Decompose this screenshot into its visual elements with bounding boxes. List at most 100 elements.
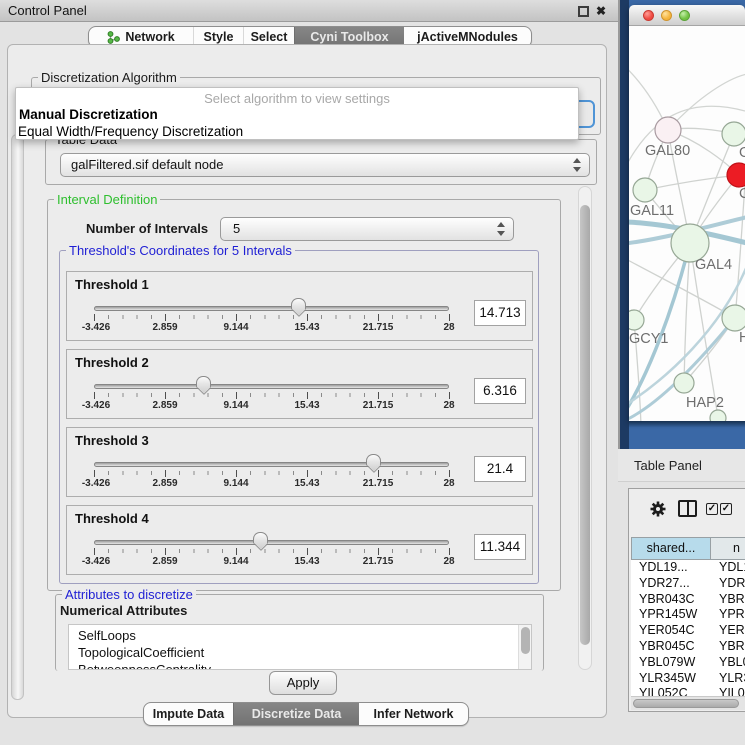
split-columns-icon[interactable] (678, 500, 697, 517)
numerical-attributes-list: SelfLoops TopologicalCoefficient Between… (68, 624, 532, 670)
tab-impute-data-label: Impute Data (153, 707, 225, 721)
threshold-1-label: Threshold 1 (75, 277, 149, 292)
number-of-intervals-value: 5 (233, 218, 240, 240)
tick-label: -3.426 (82, 478, 110, 489)
numerical-attributes-label: Numerical Attributes (60, 603, 187, 618)
threshold-4-panel: Threshold 4 -3.426 2.859 9.144 15.43 21.… (66, 505, 533, 575)
table-cell[interactable]: YLR3 (711, 671, 745, 687)
threshold-1-slider-handle[interactable] (291, 298, 306, 310)
checkbox-icon[interactable]: ✓ (720, 503, 732, 515)
tick-label: 21.715 (363, 478, 394, 489)
table-cell[interactable]: YBR0 (711, 639, 745, 655)
table-cell[interactable]: YDL19... (631, 560, 711, 576)
close-traffic-light-icon[interactable] (643, 10, 654, 21)
node-gal80[interactable] (655, 117, 681, 143)
content-scrollbar-thumb[interactable] (580, 205, 590, 645)
table-cell[interactable]: YBR045C (631, 639, 711, 655)
number-of-intervals-label: Number of Intervals (86, 221, 208, 236)
node-red[interactable] (727, 163, 745, 187)
list-item[interactable]: TopologicalCoefficient (69, 644, 531, 661)
zoom-traffic-light-icon[interactable] (679, 10, 690, 21)
table-cell[interactable]: YDR2 (711, 576, 745, 592)
tab-discretize-data[interactable]: Discretize Data (233, 703, 359, 725)
gear-icon[interactable] (649, 500, 667, 518)
threshold-2-slider-handle[interactable] (196, 376, 211, 388)
apply-button[interactable]: Apply (269, 671, 337, 695)
network-window-titlebar[interactable] (629, 5, 745, 26)
column-header-shared[interactable]: shared... (631, 537, 711, 560)
threshold-1-slider-track[interactable] (94, 306, 449, 311)
threshold-3-value-field[interactable]: 21.4 (474, 456, 526, 482)
tick-label: 21.715 (363, 322, 394, 333)
threshold-4-label: Threshold 4 (75, 511, 149, 526)
float-window-icon[interactable] (578, 6, 589, 17)
algorithm-option-manual[interactable]: Manual Discretization (19, 107, 158, 122)
window-bottom-shadow (629, 421, 745, 428)
threshold-1-value-field[interactable]: 14.713 (474, 300, 526, 326)
threshold-2-slider-track[interactable] (94, 384, 449, 389)
algorithm-option-equal-width[interactable]: Equal Width/Frequency Discretization (18, 124, 243, 139)
tab-select-label: Select (251, 30, 288, 44)
table-cell[interactable]: YIL0 (711, 686, 745, 696)
content-scrollbar[interactable] (578, 186, 592, 670)
list-scrollbar-thumb[interactable] (521, 627, 530, 654)
tick-label: 2.859 (152, 400, 177, 411)
number-of-intervals-combobox[interactable]: 5 (220, 217, 514, 241)
list-item[interactable]: BetweennessCentrality (69, 661, 531, 670)
minimize-traffic-light-icon[interactable] (661, 10, 672, 21)
right-workspace: GAL80 G. C GAL11 GAL4 GCY1 H HAP2 Table … (618, 0, 745, 745)
left-scrollbar-track[interactable] (11, 134, 24, 700)
tick-label: 28 (443, 400, 454, 411)
column-header-name[interactable]: n (710, 537, 745, 560)
discretization-algorithm-title: Discretization Algorithm (38, 70, 180, 85)
table-cell[interactable]: YBL079W (631, 655, 711, 671)
node-label-hap2: HAP2 (686, 395, 724, 411)
list-scrollbar[interactable] (518, 625, 531, 670)
threshold-3-slider-handle[interactable] (366, 454, 381, 466)
node-bottom-partial[interactable] (710, 410, 726, 421)
table-cell[interactable]: YER0 (711, 623, 745, 639)
table-cell[interactable]: YDL1 (711, 560, 745, 576)
table-cell[interactable]: YLR345W (631, 671, 711, 687)
algorithm-dropdown-prompt: Select algorithm to view settings (16, 91, 578, 106)
list-item[interactable]: SelfLoops (69, 627, 531, 644)
close-icon[interactable]: ✖ (596, 3, 606, 19)
tick-label: 9.144 (223, 556, 248, 567)
interval-definition-group: Interval Definition Number of Intervals … (47, 199, 561, 591)
node-gcy1[interactable] (629, 310, 644, 330)
table-cell[interactable]: YPR145W (631, 607, 711, 623)
tick-label: 28 (443, 478, 454, 489)
network-canvas[interactable]: GAL80 G. C GAL11 GAL4 GCY1 H HAP2 (629, 26, 745, 421)
table-horizontal-scrollbar[interactable] (631, 696, 745, 710)
threshold-2-value-field[interactable]: 6.316 (474, 378, 526, 404)
threshold-4-slider-track[interactable] (94, 540, 449, 545)
threshold-3-slider-track[interactable] (94, 462, 449, 467)
panel-title: Control Panel (8, 0, 87, 22)
threshold-4-slider-handle[interactable] (253, 532, 268, 544)
node-gal11[interactable] (633, 178, 657, 202)
tab-infer-network[interactable]: Infer Network (359, 703, 468, 725)
table-horizontal-scrollbar-thumb[interactable] (633, 699, 739, 708)
tick-label: 28 (443, 556, 454, 567)
table-data-combobox[interactable]: galFiltered.sif default node (60, 153, 590, 177)
tab-impute-data[interactable]: Impute Data (144, 703, 233, 725)
node-label-c-partial: C (739, 186, 745, 202)
table-cell[interactable]: YER054C (631, 623, 711, 639)
tab-network-label: Network (125, 30, 174, 44)
table-cell[interactable]: YBR043C (631, 592, 711, 608)
table-cell[interactable]: YPR1 (711, 607, 745, 623)
node-h[interactable] (722, 305, 745, 331)
table-cell[interactable]: YBR0 (711, 592, 745, 608)
tab-cyni-toolbox-label: Cyni Toolbox (310, 30, 388, 44)
table-cell[interactable]: YIL052C (631, 686, 711, 696)
cyni-toolbox-panel: Discretization Algorithm Select algorith… (7, 44, 607, 718)
threshold-4-value-field[interactable]: 11.344 (474, 534, 526, 560)
control-panel: Control Panel ✖ Network Style Select Cyn… (0, 0, 618, 745)
node-hap2[interactable] (674, 373, 694, 393)
table-cell[interactable]: YDR27... (631, 576, 711, 592)
tick-label: 9.144 (223, 400, 248, 411)
tick-label: -3.426 (82, 556, 110, 567)
checkbox-icon[interactable]: ✓ (706, 503, 718, 515)
table-cell[interactable]: YBL0 (711, 655, 745, 671)
node-top-right[interactable] (722, 122, 745, 146)
